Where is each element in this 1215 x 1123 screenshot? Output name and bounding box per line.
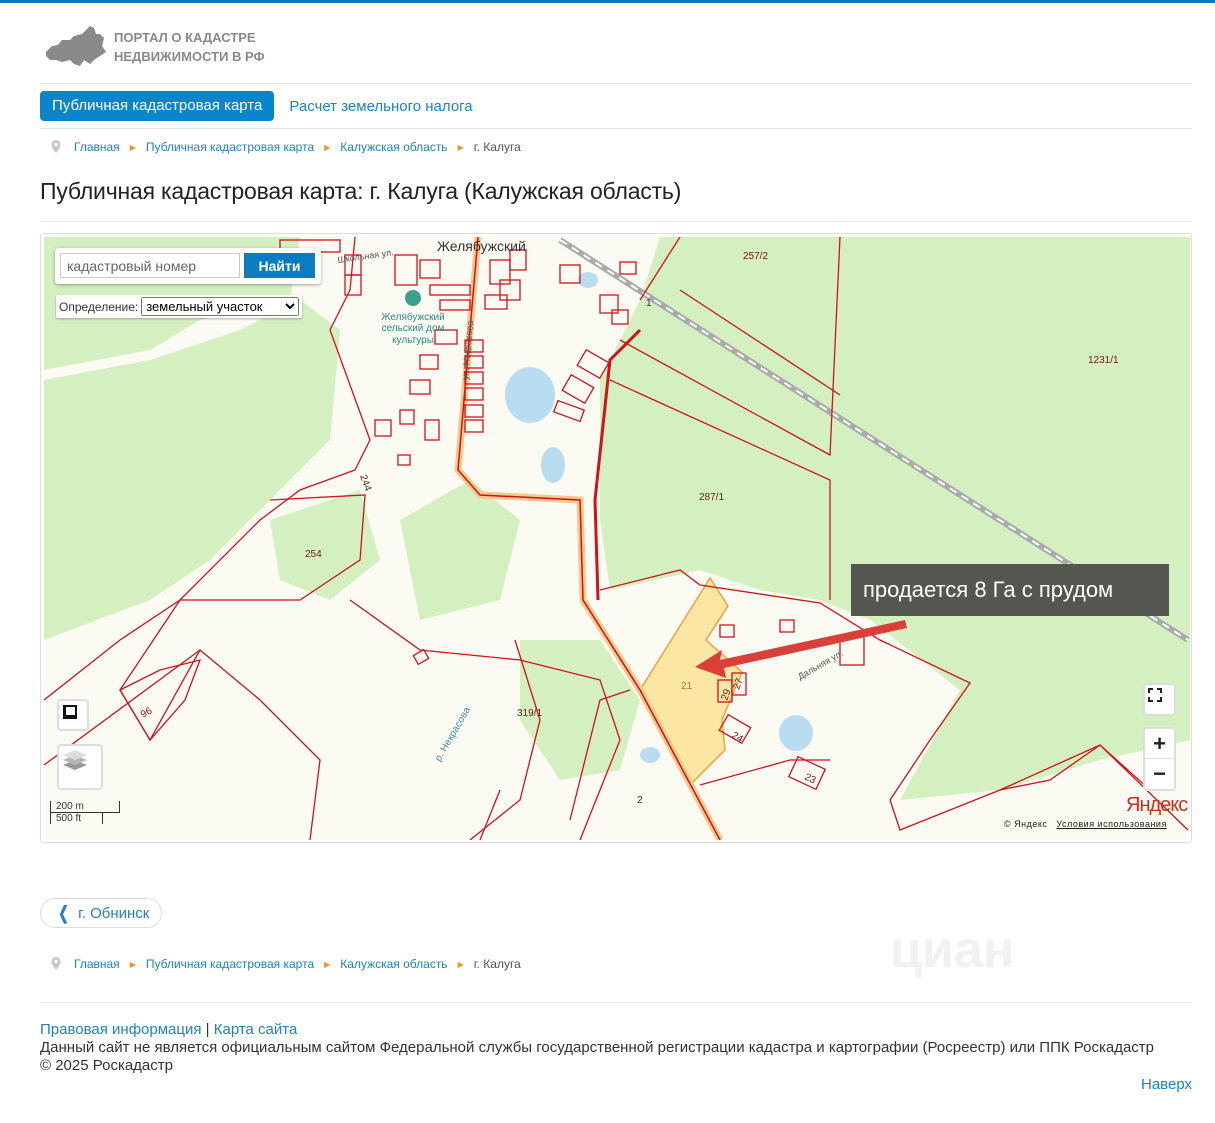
breadcrumb-bottom: Главная ▶ Публичная кадастровая карта ▶ … (50, 957, 521, 971)
divider (40, 221, 1192, 222)
breadcrumb: Главная ▶ Публичная кадастровая карта ▶ … (50, 140, 521, 154)
prev-city-button[interactable]: ❮ г. Обнинск (40, 898, 163, 928)
breadcrumb-region[interactable]: Калужская область (340, 957, 447, 971)
breadcrumb-home[interactable]: Главная (74, 140, 120, 154)
yandex-copyright: © Яндекс (1004, 819, 1048, 829)
culture-house-icon[interactable] (405, 290, 421, 306)
ruler-icon (63, 705, 77, 719)
scale-bar: 200 m 500 ft (50, 801, 120, 824)
cadastral-map[interactable]: 257/2 1231/1 287/1 254 244 96 319/1 21 2… (40, 233, 1192, 843)
breadcrumb-arrow-icon: ▶ (129, 142, 136, 152)
russia-map-icon (46, 26, 106, 66)
layers-icon (63, 750, 87, 770)
site-logo[interactable]: ПОРТАЛ О КАДАСТРЕ НЕДВИЖИМОСТИ В РФ (44, 26, 265, 68)
chevron-left-icon: ❮ (58, 902, 69, 923)
nav-land-tax[interactable]: Расчет земельного налога (289, 98, 472, 115)
logo-line-1: ПОРТАЛ О КАДАСТРЕ (114, 30, 256, 45)
cadastral-search: Найти (55, 248, 321, 284)
breadcrumb-arrow-icon: ▶ (457, 959, 464, 969)
map-attribution: © Яндекс Условия использования (1004, 819, 1167, 829)
parcel-label: 257/2 (743, 251, 768, 262)
poi-label: Желябужский (381, 311, 444, 323)
breadcrumb-cadastral-map[interactable]: Публичная кадастровая карта (146, 957, 314, 971)
parcel-label: 2 (637, 795, 643, 806)
location-pin-icon (51, 957, 61, 970)
breadcrumb-current: г. Калуга (473, 140, 521, 154)
scale-imperial: 500 ft (50, 813, 103, 824)
watermark: циан (890, 921, 1015, 979)
fullscreen-icon (1148, 688, 1162, 702)
breadcrumb-home[interactable]: Главная (74, 957, 120, 971)
definition-label: Определение: (59, 299, 139, 314)
footer-separator: | (205, 1021, 210, 1038)
parcel-label: 1231/1 (1088, 355, 1119, 366)
zoom-control: + − (1143, 727, 1176, 791)
breadcrumb-arrow-icon: ▶ (324, 142, 331, 152)
legal-info-link[interactable]: Правовая информация (40, 1021, 201, 1038)
breadcrumb-cadastral-map[interactable]: Публичная кадастровая карта (146, 140, 314, 154)
page-title: Публичная кадастровая карта: г. Калуга (… (40, 178, 682, 204)
divider (40, 1002, 1192, 1003)
parcel-label: 287/1 (699, 492, 724, 503)
parcel-label: 254 (305, 549, 322, 560)
parcel-label: 21 (681, 681, 693, 692)
find-button[interactable]: Найти (244, 253, 315, 278)
top-accent-bar (0, 0, 1215, 3)
parcel-label: 319/1 (517, 708, 542, 719)
map-canvas[interactable]: 257/2 1231/1 287/1 254 244 96 319/1 21 2… (44, 237, 1190, 840)
definition-select[interactable]: земельный участок (141, 297, 300, 316)
divider (40, 83, 1192, 84)
logo-line-2: НЕДВИЖИМОСТИ В РФ (114, 49, 265, 64)
back-to-top-link[interactable]: Наверх (1141, 1076, 1192, 1093)
location-pin-icon (51, 140, 61, 153)
sale-callout: продается 8 Га с прудом (851, 564, 1169, 616)
breadcrumb-arrow-icon: ▶ (129, 959, 136, 969)
poi-label: сельский дом (382, 323, 445, 334)
terms-of-use-link[interactable]: Условия использования (1056, 819, 1166, 829)
zoom-out-button[interactable]: − (1145, 759, 1174, 789)
nav-cadastral-map[interactable]: Публичная кадастровая карта (40, 91, 275, 121)
footer: Правовая информация | Карта сайта Данный… (40, 1021, 1192, 1075)
fullscreen-button[interactable] (1143, 683, 1176, 716)
breadcrumb-current: г. Калуга (473, 957, 521, 971)
poi-label: культуры (392, 335, 434, 346)
breadcrumb-region[interactable]: Калужская область (340, 140, 447, 154)
scale-metric: 200 m (50, 801, 120, 813)
ruler-button[interactable] (57, 699, 89, 731)
divider (40, 128, 1192, 129)
breadcrumb-arrow-icon: ▶ (457, 142, 464, 152)
parcel-label: 1 (646, 298, 652, 309)
yandex-logo[interactable]: Яндекс (1126, 794, 1188, 817)
zoom-in-button[interactable]: + (1145, 729, 1174, 759)
cadastral-number-input[interactable] (60, 253, 240, 278)
main-nav: Публичная кадастровая карта Расчет земел… (40, 91, 473, 121)
copyright: © 2025 Роскадастр (40, 1057, 173, 1074)
definition-control: Определение: земельный участок (56, 295, 303, 318)
breadcrumb-arrow-icon: ▶ (324, 959, 331, 969)
prev-city-label: г. Обнинск (78, 904, 150, 922)
sitemap-link[interactable]: Карта сайта (214, 1021, 298, 1038)
disclaimer: Данный сайт не является официальным сайт… (40, 1039, 1155, 1056)
layers-button[interactable] (57, 744, 103, 790)
place-label: Желябужский (437, 238, 526, 254)
